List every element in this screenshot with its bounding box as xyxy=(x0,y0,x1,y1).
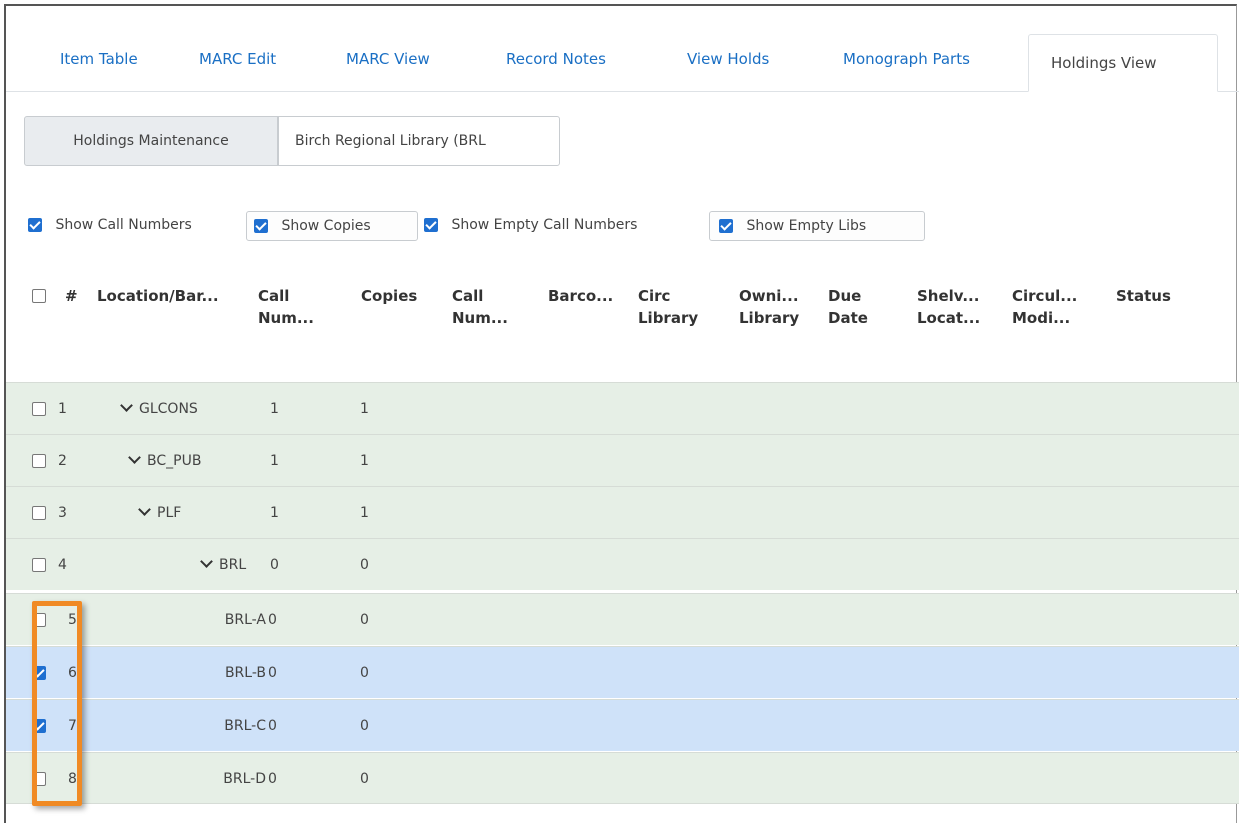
checkbox-highlight-callout xyxy=(32,601,82,806)
table-row[interactable]: 5 BRL-A 0 0 xyxy=(6,593,1239,645)
chevron-down-icon[interactable] xyxy=(120,399,133,412)
show-call-numbers-option[interactable]: Show Call Numbers xyxy=(28,211,244,241)
header-status[interactable]: Status xyxy=(1116,285,1171,307)
library-selector[interactable]: Birch Regional Library (BRL xyxy=(278,116,560,166)
tab-marc-view[interactable]: MARC View xyxy=(346,50,430,68)
row-copies: 1 xyxy=(360,453,369,469)
row-number: 1 xyxy=(58,401,67,417)
header-circ-modifier[interactable]: Circul... Modi... xyxy=(1012,285,1077,329)
row-call-numbers: 0 xyxy=(268,665,277,681)
row-location-label: BRL xyxy=(219,557,247,573)
header-circ-library[interactable]: Circ Library xyxy=(638,285,698,329)
row-location[interactable]: BRL-D xyxy=(206,753,266,805)
show-empty-libs-checkbox[interactable] xyxy=(719,219,733,233)
row-checkbox[interactable] xyxy=(32,454,46,468)
row-location-label: PLF xyxy=(157,505,182,521)
row-checkbox[interactable] xyxy=(32,402,46,416)
row-call-numbers: 0 xyxy=(268,771,277,787)
show-call-numbers-label: Show Call Numbers xyxy=(55,217,192,233)
row-copies: 0 xyxy=(360,557,369,573)
table-row[interactable]: 8 BRL-D 0 0 xyxy=(6,752,1239,804)
header-circ-modifier-line2: Modi... xyxy=(1012,309,1071,327)
header-owning-library-line1: Owni... xyxy=(739,287,799,305)
header-due-date-line2: Date xyxy=(828,309,868,327)
tab-record-notes[interactable]: Record Notes xyxy=(506,50,606,68)
show-copies-label: Show Copies xyxy=(281,218,371,234)
holdings-panel: Item Table MARC Edit MARC View Record No… xyxy=(4,4,1239,823)
row-call-numbers: 0 xyxy=(270,557,279,573)
table-row[interactable]: 6 BRL-B 0 0 xyxy=(6,646,1239,698)
row-copies: 0 xyxy=(360,665,369,681)
row-checkbox[interactable] xyxy=(32,506,46,520)
show-empty-libs-label: Show Empty Libs xyxy=(746,218,867,234)
header-location-barcode[interactable]: Location/Bar... xyxy=(97,285,219,307)
show-empty-call-numbers-label: Show Empty Call Numbers xyxy=(451,217,638,233)
row-number: 3 xyxy=(58,505,67,521)
table-row[interactable]: 1 GLCONS 1 1 xyxy=(6,382,1239,434)
tab-marc-edit[interactable]: MARC Edit xyxy=(199,50,276,68)
tab-holdings-view[interactable]: Holdings View xyxy=(1028,34,1218,92)
row-number: 2 xyxy=(58,453,67,469)
table-row[interactable]: 4 BRL 0 0 xyxy=(6,538,1239,590)
row-call-numbers: 1 xyxy=(270,453,279,469)
header-call-numbers[interactable]: Call Num... xyxy=(258,285,314,329)
show-empty-call-numbers-option[interactable]: Show Empty Call Numbers xyxy=(424,211,706,241)
header-num[interactable]: # xyxy=(65,285,78,307)
header-circ-library-line2: Library xyxy=(638,309,699,327)
header-call-number-line1: Call xyxy=(452,287,484,305)
row-copies: 0 xyxy=(360,612,369,628)
row-location-label: BC_PUB xyxy=(147,453,202,469)
header-owning-library-line2: Library xyxy=(739,309,800,327)
row-location[interactable]: GLCONS xyxy=(120,383,198,435)
header-circ-modifier-line1: Circul... xyxy=(1012,287,1078,305)
chevron-down-icon[interactable] xyxy=(200,555,213,568)
header-call-numbers-line1: Call xyxy=(258,287,290,305)
row-location[interactable]: PLF xyxy=(138,487,182,539)
row-copies: 0 xyxy=(360,718,369,734)
header-barcode[interactable]: Barco... xyxy=(548,285,613,307)
row-call-numbers: 0 xyxy=(268,718,277,734)
chevron-down-icon[interactable] xyxy=(128,451,141,464)
show-empty-libs-option[interactable]: Show Empty Libs xyxy=(709,211,925,241)
row-location[interactable]: BRL-B xyxy=(206,647,266,699)
header-circ-library-line1: Circ xyxy=(638,287,671,305)
header-call-number-line2: Num... xyxy=(452,309,508,327)
row-number: 4 xyxy=(58,557,67,573)
table-row[interactable]: 3 PLF 1 1 xyxy=(6,486,1239,538)
row-copies: 0 xyxy=(360,771,369,787)
row-location[interactable]: BRL xyxy=(200,539,247,591)
header-due-date-line1: Due xyxy=(828,287,862,305)
tab-view-holds[interactable]: View Holds xyxy=(687,50,769,68)
show-copies-checkbox[interactable] xyxy=(254,219,268,233)
show-call-numbers-checkbox[interactable] xyxy=(28,218,42,232)
row-location[interactable]: BRL-A xyxy=(206,594,266,646)
row-call-numbers: 0 xyxy=(268,612,277,628)
header-owning-library[interactable]: Owni... Library xyxy=(739,285,799,329)
header-shelving-location[interactable]: Shelv... Locat... xyxy=(917,285,980,329)
row-location[interactable]: BC_PUB xyxy=(128,435,202,487)
header-due-date[interactable]: Due Date xyxy=(828,285,868,329)
select-all-checkbox[interactable] xyxy=(32,289,46,303)
row-checkbox[interactable] xyxy=(32,558,46,572)
tab-monograph-parts[interactable]: Monograph Parts xyxy=(843,50,970,68)
show-copies-option[interactable]: Show Copies xyxy=(246,211,418,241)
header-call-number[interactable]: Call Num... xyxy=(452,285,508,329)
header-shelving-location-line2: Locat... xyxy=(917,309,981,327)
tab-item-table[interactable]: Item Table xyxy=(60,50,138,68)
row-location-label: GLCONS xyxy=(139,401,198,417)
row-copies: 1 xyxy=(360,505,369,521)
header-call-numbers-line2: Num... xyxy=(258,309,314,327)
table-row[interactable]: 2 BC_PUB 1 1 xyxy=(6,434,1239,486)
header-copies[interactable]: Copies xyxy=(361,285,417,307)
row-call-numbers: 1 xyxy=(270,401,279,417)
row-copies: 1 xyxy=(360,401,369,417)
show-empty-call-numbers-checkbox[interactable] xyxy=(424,218,438,232)
holdings-maintenance-button[interactable]: Holdings Maintenance xyxy=(24,116,278,166)
header-shelving-location-line1: Shelv... xyxy=(917,287,980,305)
row-location[interactable]: BRL-C xyxy=(206,700,266,752)
chevron-down-icon[interactable] xyxy=(138,503,151,516)
table-row[interactable]: 7 BRL-C 0 0 xyxy=(6,699,1239,751)
row-call-numbers: 1 xyxy=(270,505,279,521)
